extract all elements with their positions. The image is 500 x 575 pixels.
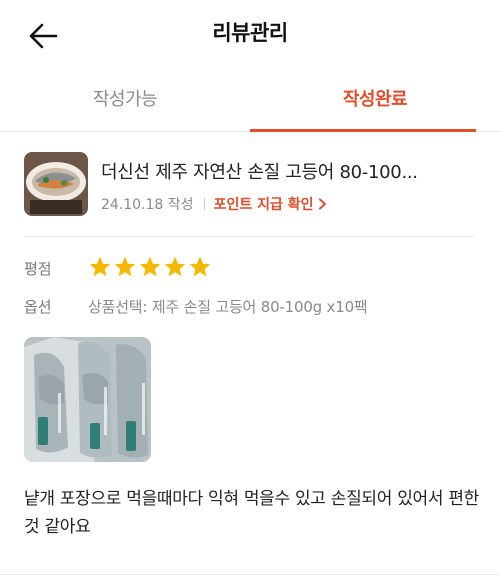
option-value: 상품선택: 제주 손질 고등어 80-100g x10팩 bbox=[88, 298, 368, 316]
review-tabs: 작성가능 작성완료 bbox=[0, 70, 500, 132]
review-meta: 24.10.18 작성 포인트 지급 확인 bbox=[101, 194, 327, 214]
tab-writable[interactable]: 작성가능 bbox=[0, 70, 250, 132]
point-check-label: 포인트 지급 확인 bbox=[213, 197, 314, 213]
product-name: 더신선 제주 자연산 손질 고등어 80-100... bbox=[101, 162, 418, 183]
option-label: 옵션 bbox=[24, 298, 52, 316]
review-date: 24.10.18 작성 bbox=[101, 197, 194, 213]
app-header: 리뷰관리 bbox=[0, 0, 500, 70]
product-summary[interactable]: 더신선 제주 자연산 손질 고등어 80-100... 24.10.18 작성 포… bbox=[24, 152, 476, 224]
active-tab-indicator bbox=[250, 129, 476, 132]
review-photo[interactable] bbox=[24, 337, 151, 462]
star-icon bbox=[139, 256, 161, 277]
star-rating bbox=[88, 255, 212, 281]
star-icon bbox=[189, 256, 211, 277]
review-body: 냩개 포장으로 먹을때마다 익혀 먹을수 있고 손질되어 있어서 편한것 같아요 bbox=[24, 489, 480, 537]
section-divider bbox=[24, 236, 476, 237]
star-icon bbox=[114, 256, 136, 277]
tab-completed[interactable]: 작성완료 bbox=[250, 70, 500, 132]
meta-divider bbox=[203, 198, 205, 210]
product-thumbnail bbox=[24, 152, 88, 216]
star-icon bbox=[164, 256, 186, 277]
page-title: 리뷰관리 bbox=[212, 21, 288, 45]
point-check-link[interactable]: 포인트 지급 확인 bbox=[214, 197, 328, 213]
rating-label: 평점 bbox=[24, 260, 52, 278]
star-icon bbox=[89, 256, 111, 277]
chevron-right-icon bbox=[319, 198, 327, 210]
